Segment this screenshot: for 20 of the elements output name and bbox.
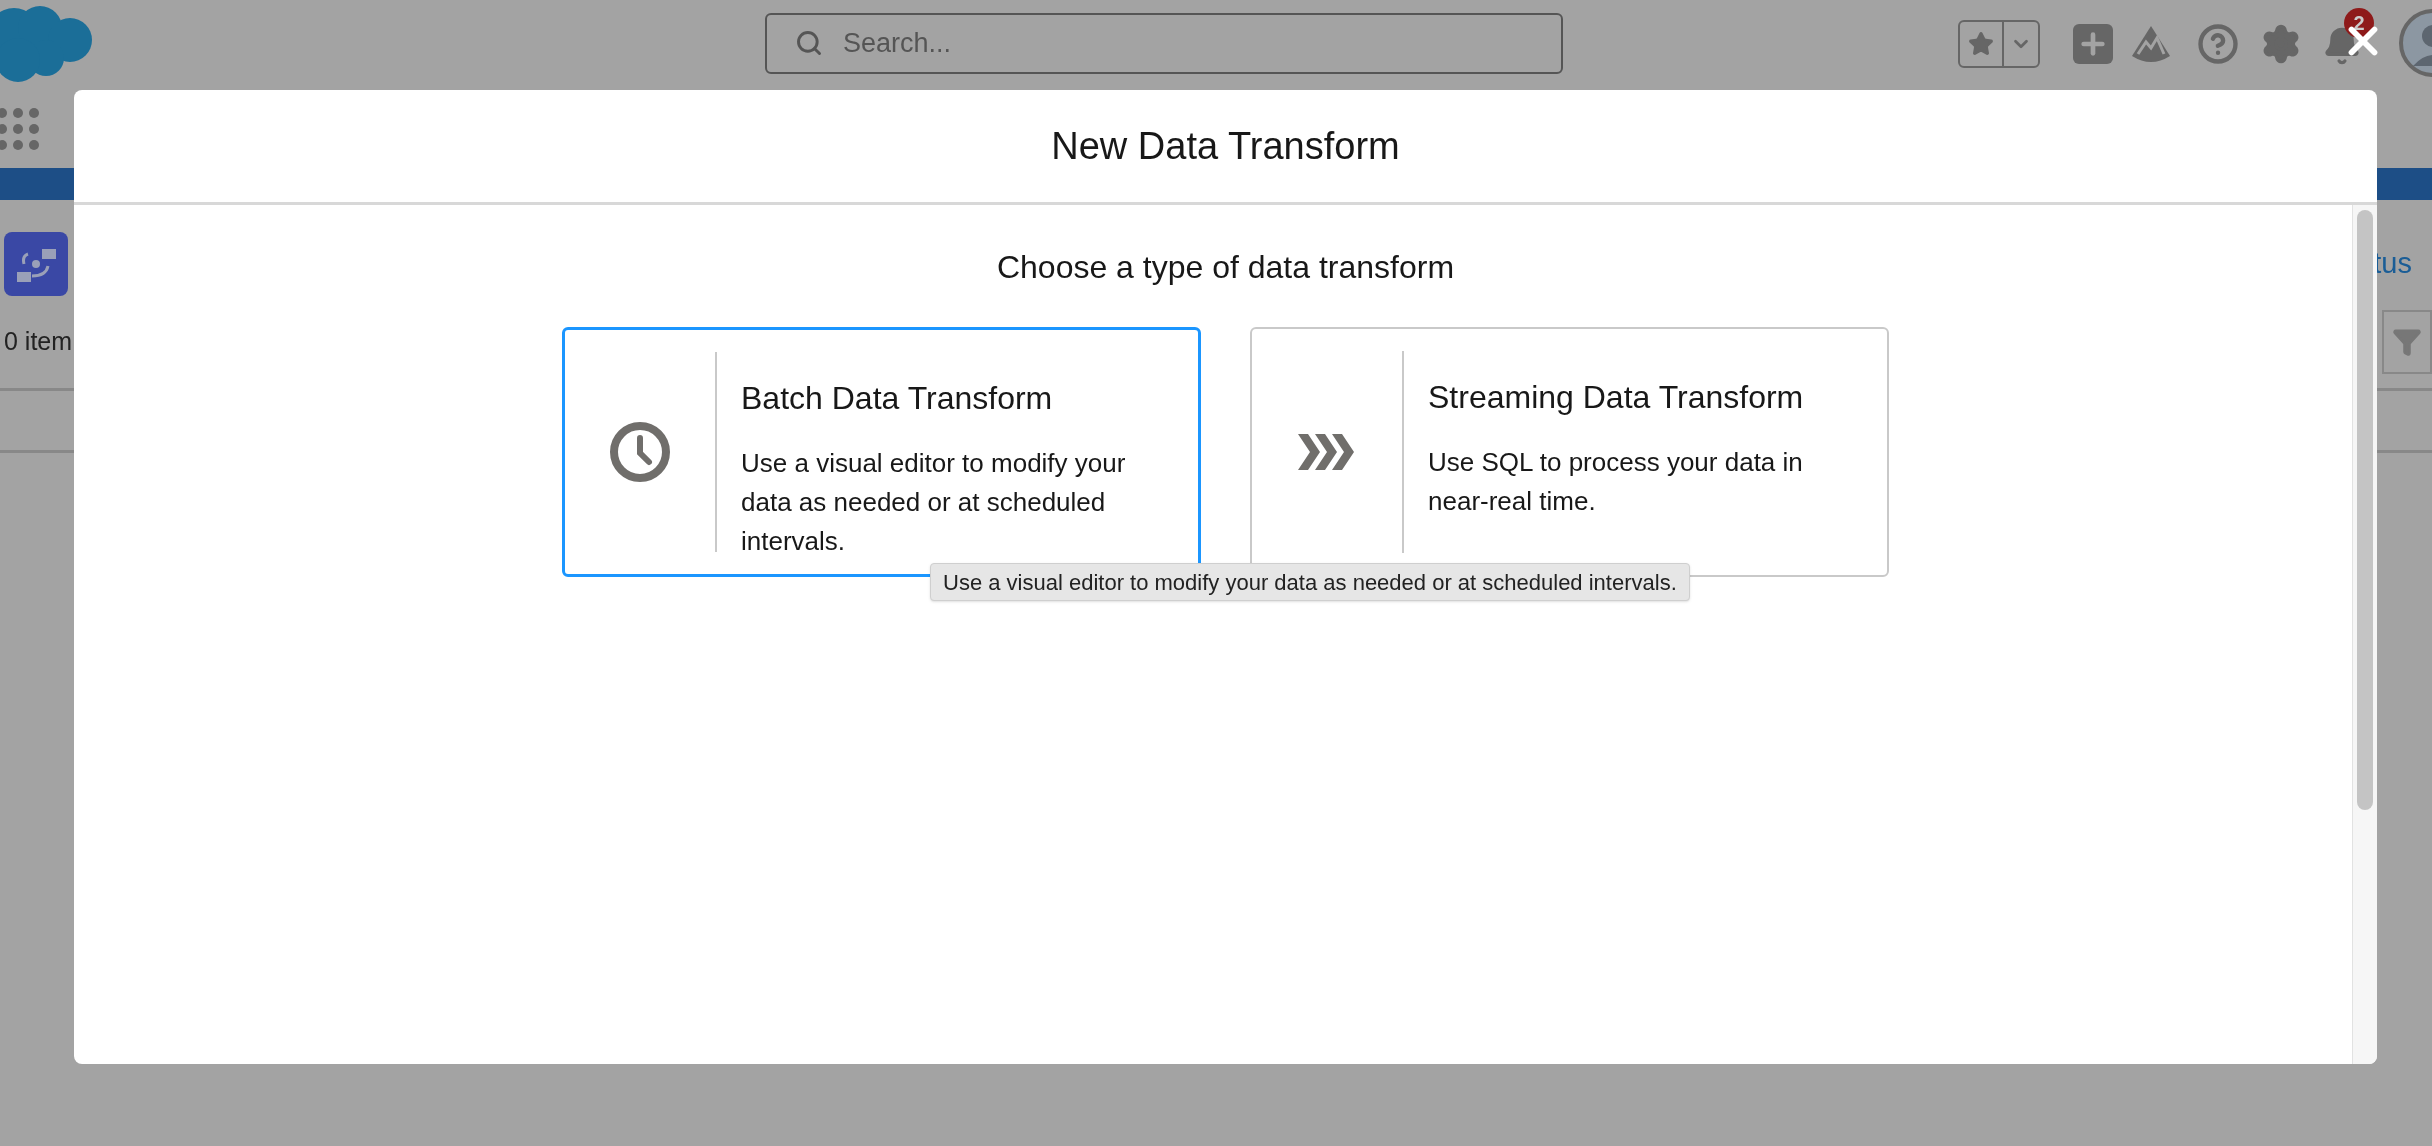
app-launcher-icon[interactable] bbox=[0, 107, 40, 151]
modal-subtitle: Choose a type of data transform bbox=[996, 248, 1455, 287]
clock-icon bbox=[609, 421, 671, 483]
card-description: Use SQL to process your data in near-real time. bbox=[1428, 446, 1804, 518]
modal-title: New Data Transform bbox=[1051, 123, 1400, 169]
tooltip: Use a visual editor to modify your data as needed or at scheduled intervals. bbox=[930, 563, 1690, 601]
cloud-logo[interactable] bbox=[0, 4, 94, 84]
star-icon bbox=[1968, 31, 1994, 57]
item-count: 0 item bbox=[4, 325, 73, 357]
search-icon bbox=[795, 29, 823, 57]
card-title: Batch Data Transform bbox=[741, 379, 1054, 418]
help-icon[interactable] bbox=[2197, 23, 2239, 65]
triple-chevron-icon bbox=[1298, 434, 1356, 470]
data-transform-icon bbox=[4, 232, 68, 296]
scrollbar-thumb[interactable] bbox=[2357, 210, 2373, 810]
card-description: Use a visual editor to modify your data as needed or at scheduled intervals. bbox=[741, 447, 1127, 558]
add-button[interactable] bbox=[2073, 24, 2113, 64]
search-field[interactable]: Search... bbox=[765, 13, 1563, 74]
mountain-icon[interactable] bbox=[2130, 24, 2172, 64]
card-title: Streaming Data Transform bbox=[1428, 378, 1805, 417]
